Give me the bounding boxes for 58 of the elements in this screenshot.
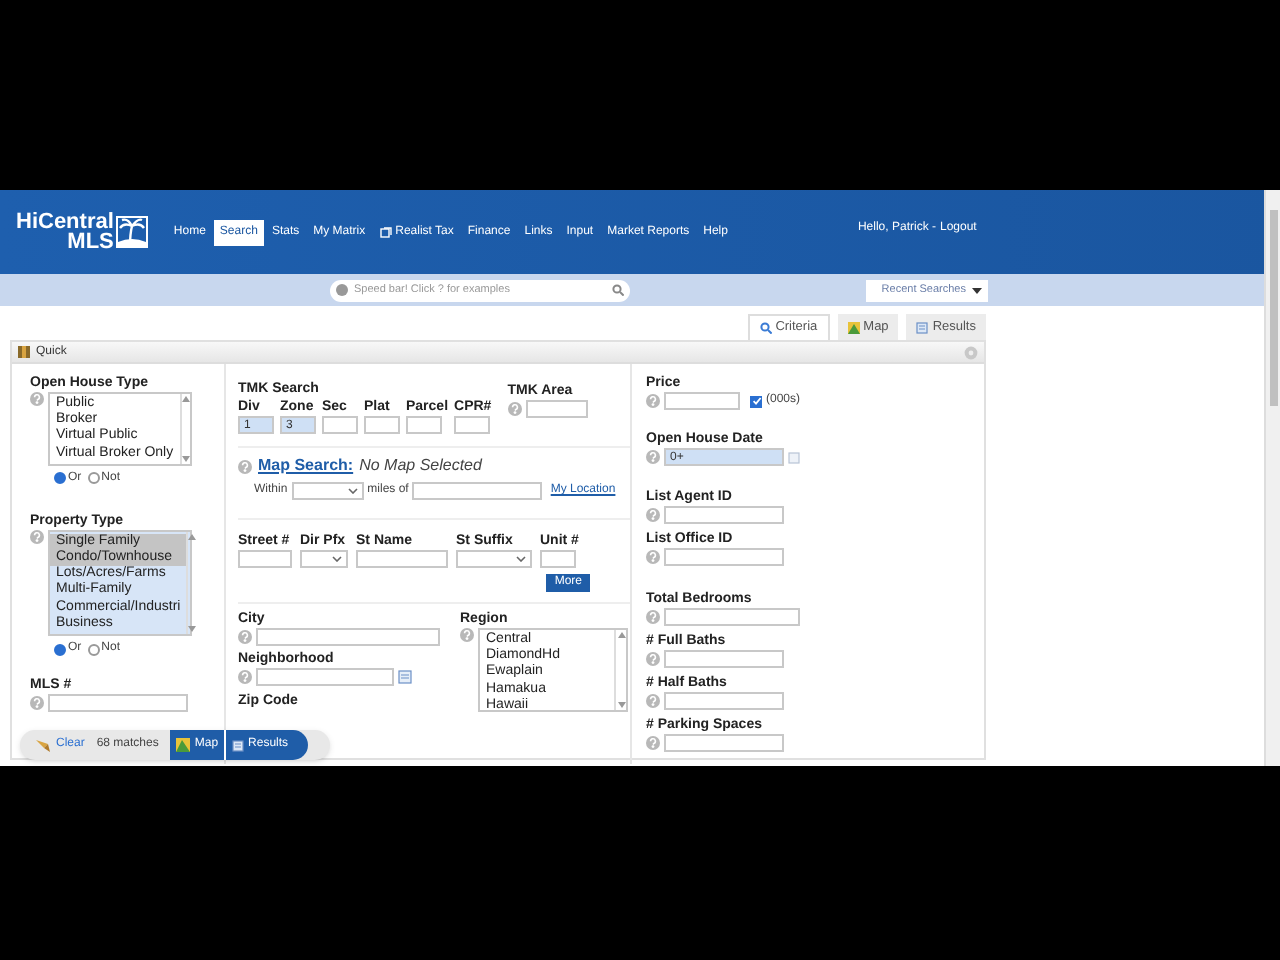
logo-text: HiCentral <box>16 212 114 232</box>
input-field[interactable] <box>256 668 394 686</box>
chevron-icon <box>347 488 358 494</box>
select-field[interactable] <box>291 482 364 500</box>
up-arrow-icon <box>188 533 197 540</box>
checkbox[interactable] <box>750 395 762 407</box>
search-icon <box>612 284 624 296</box>
input-field[interactable] <box>540 550 576 568</box>
map-status-text: No Map Selected <box>359 454 482 478</box>
input-field[interactable] <box>664 650 784 668</box>
palm-tree-icon <box>115 216 148 248</box>
input-field[interactable] <box>406 416 442 434</box>
search-icon <box>759 322 772 334</box>
input-field[interactable] <box>322 416 358 434</box>
down-arrow-icon <box>181 455 190 462</box>
input-field[interactable] <box>664 608 800 626</box>
up-arrow-icon <box>181 396 190 402</box>
list-icon <box>916 321 929 333</box>
calendar-icon <box>788 451 800 463</box>
input-field[interactable] <box>664 392 740 410</box>
radio-button[interactable] <box>87 472 100 485</box>
input-field[interactable] <box>356 550 448 568</box>
up-arrow-icon <box>617 632 625 638</box>
input-field[interactable] <box>256 628 440 646</box>
chevron-icon <box>516 556 526 562</box>
list-icon <box>232 739 245 751</box>
down-arrow-icon <box>188 626 197 633</box>
input-field[interactable] <box>664 548 784 566</box>
check-icon <box>751 396 761 406</box>
down-arrow-icon <box>617 702 625 708</box>
chevron-icon <box>332 556 342 562</box>
select-field[interactable] <box>456 550 532 568</box>
scrollbar[interactable] <box>1264 190 1280 766</box>
input-field[interactable] <box>238 550 292 568</box>
calendar-icon <box>398 670 412 684</box>
window-icon <box>379 226 392 238</box>
input-field[interactable] <box>412 482 543 500</box>
input-field[interactable] <box>664 734 784 752</box>
input-field[interactable] <box>664 692 784 710</box>
select-field[interactable] <box>300 550 348 568</box>
map-search-link[interactable]: Map Search: <box>258 454 354 478</box>
radio-button[interactable] <box>54 643 66 656</box>
input-field[interactable] <box>48 694 188 713</box>
caret-icon <box>972 287 982 293</box>
radio-button[interactable] <box>87 643 100 656</box>
book-icon <box>18 346 30 358</box>
logo-text: MLS <box>67 232 114 252</box>
broom-icon <box>36 738 52 752</box>
scrollbar[interactable] <box>186 531 197 635</box>
map-icon <box>176 738 191 752</box>
input-field[interactable] <box>364 416 400 434</box>
map-icon <box>847 321 860 333</box>
radio-button[interactable] <box>54 472 66 485</box>
input-field[interactable] <box>525 400 588 418</box>
input-field[interactable] <box>454 416 491 434</box>
input-field[interactable] <box>664 506 784 524</box>
scrollbar[interactable] <box>614 630 626 710</box>
scrollbar[interactable] <box>179 394 190 464</box>
